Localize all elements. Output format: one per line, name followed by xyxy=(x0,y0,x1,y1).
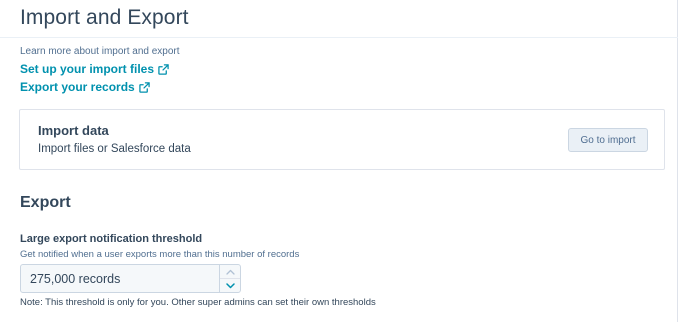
learn-more-text: Learn more about import and export xyxy=(20,46,180,57)
setup-import-files-link[interactable]: Set up your import files xyxy=(20,62,169,76)
export-section-title: Export xyxy=(20,194,71,211)
export-records-link[interactable]: Export your records xyxy=(20,80,150,94)
export-records-label: Export your records xyxy=(20,80,135,94)
threshold-stepper xyxy=(20,264,241,293)
external-link-icon xyxy=(158,63,169,75)
setup-import-files-label: Set up your import files xyxy=(20,62,155,76)
threshold-label: Large export notification threshold xyxy=(20,233,203,245)
decrement-button[interactable] xyxy=(220,279,240,292)
settings-panel: Import and Export Learn more about impor… xyxy=(0,0,678,322)
page-title: Import and Export xyxy=(20,6,189,29)
increment-button[interactable] xyxy=(220,265,240,279)
chevron-down-icon xyxy=(225,282,235,288)
import-card-subtitle: Import files or Salesforce data xyxy=(38,143,191,155)
header-divider xyxy=(0,37,678,38)
threshold-help-text: Get notified when a user exports more th… xyxy=(20,249,300,260)
import-card-title: Import data xyxy=(38,123,109,138)
external-link-icon xyxy=(138,81,150,93)
threshold-input[interactable] xyxy=(21,265,217,292)
stepper-buttons xyxy=(219,265,240,292)
import-data-card: Import data Import files or Salesforce d… xyxy=(19,109,665,170)
go-to-import-button[interactable]: Go to import xyxy=(568,128,648,152)
chevron-up-icon xyxy=(225,269,235,275)
threshold-note: Note: This threshold is only for you. Ot… xyxy=(20,297,376,308)
